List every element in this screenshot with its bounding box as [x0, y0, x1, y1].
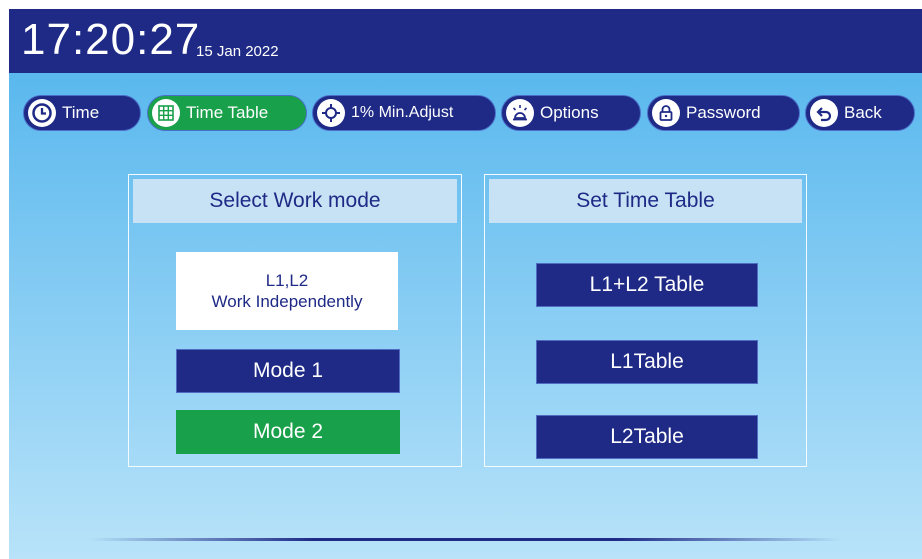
nav-back-label: Back	[844, 103, 882, 122]
nav-min-adjust-button[interactable]: 1% Min.Adjust	[312, 95, 496, 131]
work-mode-title: Select Work mode	[133, 179, 457, 223]
nav-password-button[interactable]: Password	[647, 95, 800, 131]
nav-options-label: Options	[540, 103, 599, 122]
work-mode-info-line1: L1,L2	[265, 271, 309, 290]
work-mode-info: L1,L2 Work Independently	[176, 252, 398, 330]
status-bar: 17:20:27 15 Jan 2022	[9, 9, 922, 73]
nav-time-table-button[interactable]: Time Table	[147, 95, 307, 131]
screen: 17:20:27 15 Jan 2022 Time Time Table 1% …	[9, 9, 922, 559]
work-mode-info-line2: Work Independently	[211, 292, 363, 311]
l2-table-button[interactable]: L2Table	[536, 415, 758, 459]
bottom-divider	[89, 538, 841, 541]
nav-back-button[interactable]: Back	[805, 95, 915, 131]
nav-time-label: Time	[62, 103, 100, 122]
mode-2-button[interactable]: Mode 2	[176, 410, 400, 454]
nav-options-button[interactable]: Options	[501, 95, 641, 131]
clock-date: 15 Jan 2022	[196, 43, 279, 60]
time-table-panel: Set Time Table L1+L2 Table L1Table L2Tab…	[484, 174, 807, 467]
l1-table-button[interactable]: L1Table	[536, 340, 758, 384]
l1-l2-table-button[interactable]: L1+L2 Table	[536, 263, 758, 307]
beacon-icon	[506, 99, 534, 127]
clock-icon	[28, 99, 56, 127]
lock-icon	[652, 99, 680, 127]
crosshair-icon	[317, 99, 345, 127]
time-table-title: Set Time Table	[489, 179, 802, 223]
grid-icon	[152, 99, 180, 127]
nav-time-table-label: Time Table	[186, 103, 269, 122]
nav-time-button[interactable]: Time	[23, 95, 141, 131]
mode-1-button[interactable]: Mode 1	[176, 349, 400, 393]
clock-time: 17:20:27	[21, 15, 201, 64]
back-arrow-icon	[810, 99, 838, 127]
nav-password-label: Password	[686, 103, 761, 122]
nav-min-adjust-label: 1% Min.Adjust	[351, 104, 454, 121]
work-mode-panel: Select Work mode L1,L2 Work Independentl…	[128, 174, 462, 467]
